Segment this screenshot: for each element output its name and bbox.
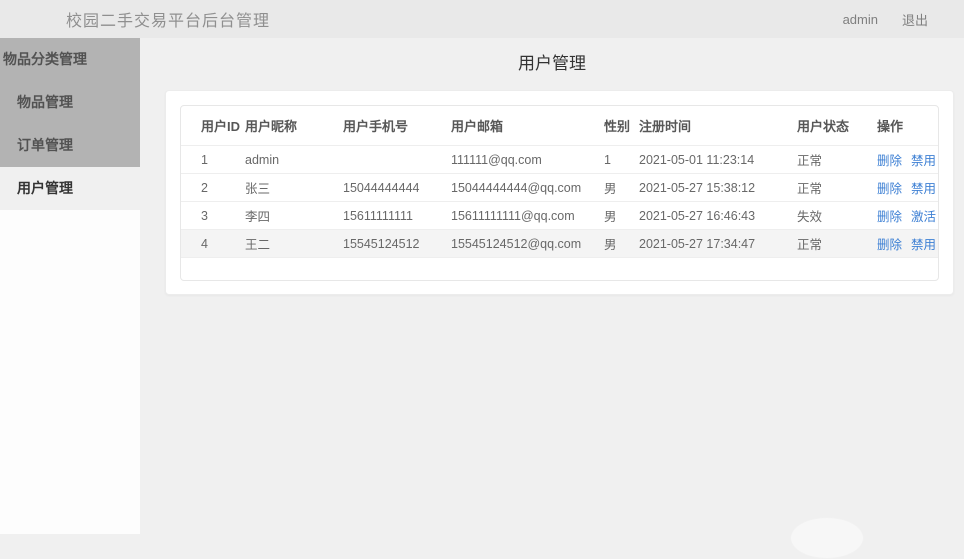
cell-phone: 15545124512 — [343, 229, 451, 258]
cell-nickname: 张三 — [245, 173, 343, 202]
cell-actions: 删除 禁用 — [877, 173, 938, 202]
header-username: admin — [842, 11, 878, 27]
sidebar-item-order-management[interactable]: 订单管理 — [0, 124, 140, 167]
table-row: 2 张三 15044444444 15044444444@qq.com 男 20… — [181, 173, 938, 202]
sidebar-menu-group: 物品分类管理 物品管理 订单管理 — [0, 38, 140, 167]
cell-email: 15611111111@qq.com — [451, 201, 604, 230]
col-header-user-id: 用户ID — [201, 119, 241, 134]
delete-link[interactable]: 删除 — [877, 238, 902, 252]
cell-gender: 男 — [604, 229, 639, 258]
cell-nickname: 李四 — [245, 201, 343, 230]
table-row: 3 李四 15611111111 15611111111@qq.com 男 20… — [181, 201, 938, 230]
cell-gender: 1 — [604, 145, 639, 174]
col-header-gender: 性别 — [604, 119, 631, 134]
cell-registered-at: 2021-05-01 11:23:14 — [639, 145, 797, 174]
cell-email: 15044444444@qq.com — [451, 173, 604, 202]
cell-gender: 男 — [604, 201, 639, 230]
page-title: 用户管理 — [518, 54, 586, 73]
cell-phone: 15611111111 — [343, 201, 451, 230]
table-header-row: 用户ID 用户昵称 用户手机号 用户邮箱 性别 注册时间 用户状态 操作 — [181, 106, 938, 146]
disable-link[interactable]: 禁用 — [911, 154, 936, 168]
logout-link[interactable]: 退出 — [902, 10, 928, 29]
header-right: admin 退出 — [843, 10, 928, 29]
cell-status: 正常 — [797, 173, 877, 202]
cell-actions: 删除 禁用 — [877, 145, 938, 174]
activate-link[interactable]: 激活 — [911, 210, 936, 224]
cell-email: 15545124512@qq.com — [451, 229, 604, 258]
delete-link[interactable]: 删除 — [877, 210, 902, 224]
col-header-status: 用户状态 — [797, 119, 850, 134]
sidebar: 物品分类管理 物品管理 订单管理 用户管理 — [0, 38, 140, 534]
cell-status: 失效 — [797, 201, 877, 230]
sidebar-item-item-management[interactable]: 物品管理 — [0, 81, 140, 124]
main-content: 用户管理 用户ID 用户昵称 用户手机号 用户邮箱 性别 注册时间 用户状态 操… — [140, 38, 964, 534]
cell-registered-at: 2021-05-27 17:34:47 — [639, 229, 797, 258]
cell-actions: 删除 禁用 — [877, 229, 938, 258]
cell-email: 111111@qq.com — [451, 145, 604, 174]
cell-registered-at: 2021-05-27 15:38:12 — [639, 173, 797, 202]
cell-registered-at: 2021-05-27 16:46:43 — [639, 201, 797, 230]
table-row: 1 admin 111111@qq.com 1 2021-05-01 11:23… — [181, 145, 938, 174]
user-table-wrap: 用户ID 用户昵称 用户手机号 用户邮箱 性别 注册时间 用户状态 操作 1 a… — [180, 105, 939, 281]
cell-nickname: 王二 — [245, 229, 343, 258]
table-row: 4 王二 15545124512 15545124512@qq.com 男 20… — [181, 229, 938, 258]
app-header: 校园二手交易平台后台管理 admin 退出 — [0, 0, 964, 38]
disable-link[interactable]: 禁用 — [911, 182, 936, 196]
cell-user-id: 1 — [181, 145, 245, 174]
cell-status: 正常 — [797, 145, 877, 174]
cell-status: 正常 — [797, 229, 877, 258]
delete-link[interactable]: 删除 — [877, 182, 902, 196]
user-table: 用户ID 用户昵称 用户手机号 用户邮箱 性别 注册时间 用户状态 操作 1 a… — [181, 106, 938, 258]
col-header-actions: 操作 — [877, 119, 904, 134]
sidebar-item-category-management[interactable]: 物品分类管理 — [0, 38, 140, 81]
disable-link[interactable]: 禁用 — [911, 238, 936, 252]
cell-user-id: 2 — [181, 173, 245, 202]
user-table-card: 用户ID 用户昵称 用户手机号 用户邮箱 性别 注册时间 用户状态 操作 1 a… — [165, 90, 954, 295]
col-header-phone: 用户手机号 — [343, 119, 409, 134]
cell-user-id: 4 — [181, 229, 245, 258]
layout: 物品分类管理 物品管理 订单管理 用户管理 用户管理 用户ID 用户昵称 用户手… — [0, 38, 964, 534]
sidebar-item-user-management[interactable]: 用户管理 — [0, 167, 140, 210]
app-title: 校园二手交易平台后台管理 — [66, 13, 271, 30]
cell-nickname: admin — [245, 145, 343, 174]
col-header-registered-at: 注册时间 — [639, 119, 692, 134]
watermark-shape — [790, 517, 864, 559]
cell-gender: 男 — [604, 173, 639, 202]
col-header-email: 用户邮箱 — [451, 119, 504, 134]
delete-link[interactable]: 删除 — [877, 154, 902, 168]
cell-user-id: 3 — [181, 201, 245, 230]
cell-phone — [343, 145, 451, 174]
cell-actions: 删除 激活 — [877, 201, 938, 230]
cell-phone: 15044444444 — [343, 173, 451, 202]
col-header-nickname: 用户昵称 — [245, 119, 298, 134]
